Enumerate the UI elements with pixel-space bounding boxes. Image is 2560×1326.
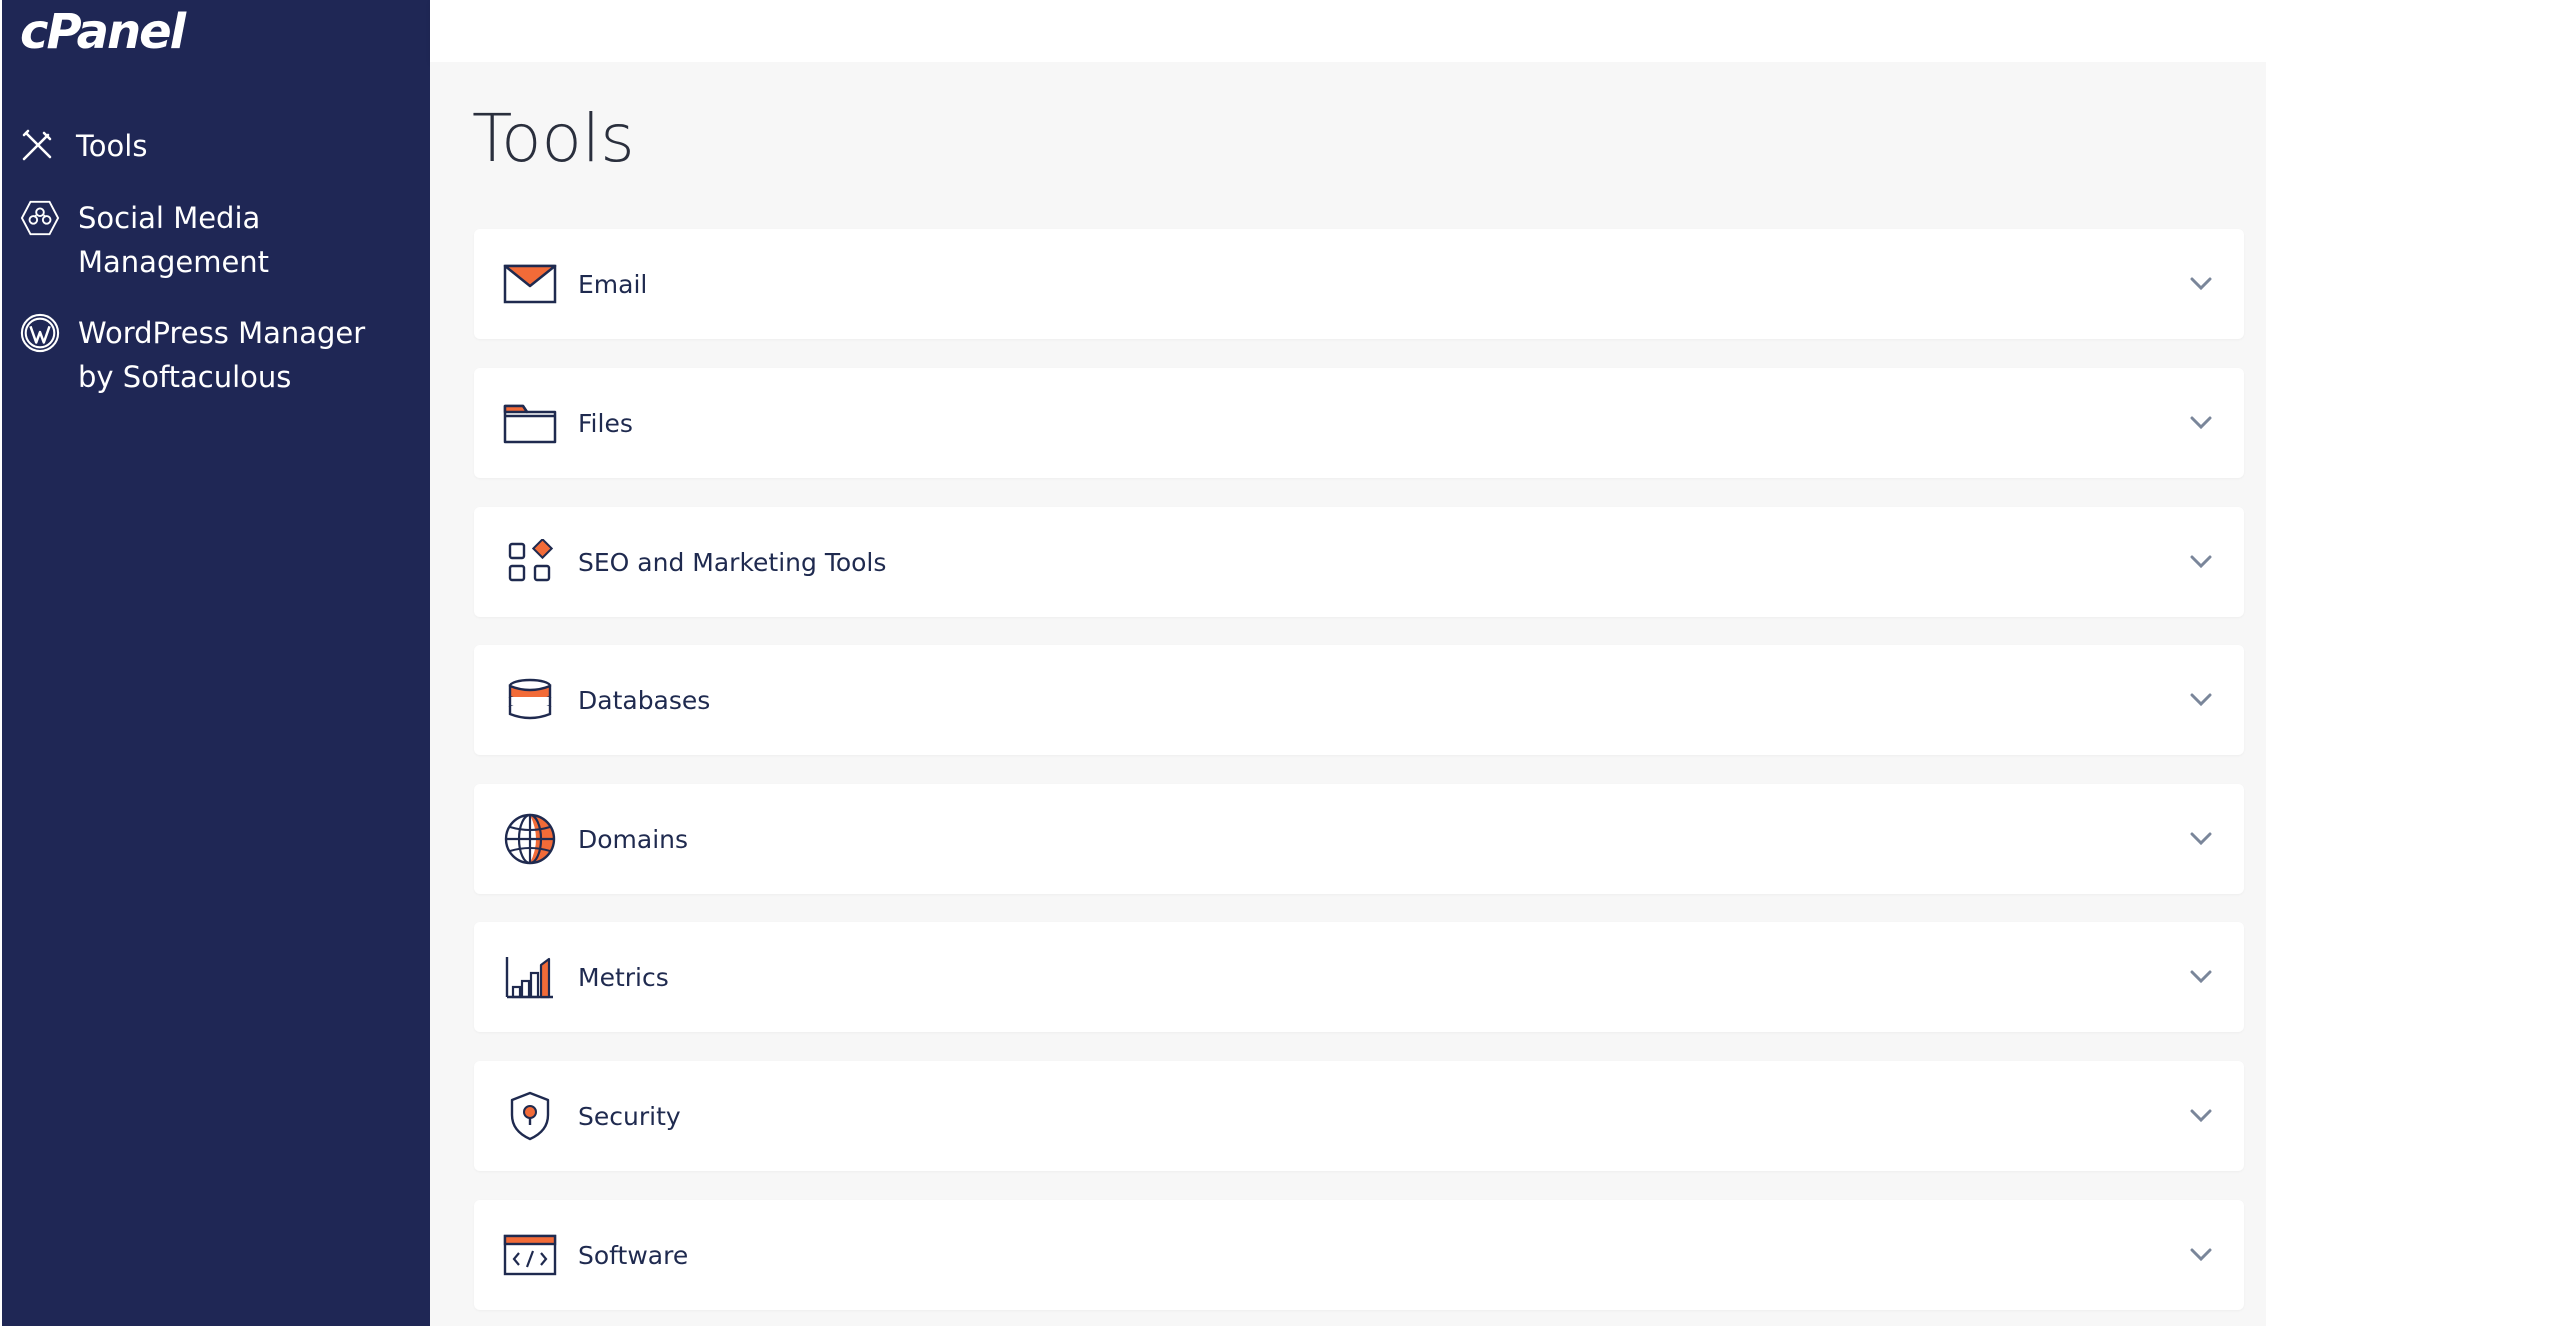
section-label: Metrics: [578, 962, 669, 992]
section-domains[interactable]: Domains: [474, 784, 2244, 894]
code-icon: [502, 1227, 558, 1283]
chevron-down-icon[interactable]: [2186, 824, 2216, 854]
section-files[interactable]: Files: [474, 368, 2244, 478]
top-bar: [430, 0, 2266, 62]
section-email[interactable]: Email: [474, 229, 2244, 339]
wordpress-icon: [20, 311, 60, 355]
sidebar-item-social-media[interactable]: Social Media Management: [20, 196, 320, 284]
section-label: Files: [578, 408, 633, 438]
database-icon: [502, 672, 558, 728]
folder-icon: [502, 395, 558, 451]
section-label: Databases: [578, 685, 711, 715]
main-content: Tools Email Files SEO and Marketing Tool…: [430, 62, 2266, 1326]
chevron-down-icon[interactable]: [2186, 1240, 2216, 1270]
chevron-down-icon[interactable]: [2186, 408, 2216, 438]
shield-icon: [502, 1088, 558, 1144]
chevron-down-icon[interactable]: [2186, 962, 2216, 992]
email-icon: [502, 256, 558, 312]
section-label: SEO and Marketing Tools: [578, 547, 887, 577]
section-security[interactable]: Security: [474, 1061, 2244, 1171]
section-databases[interactable]: Databases: [474, 645, 2244, 755]
chevron-down-icon[interactable]: [2186, 269, 2216, 299]
cpanel-logo[interactable]: cPanel: [20, 4, 186, 60]
sidebar-item-label: WordPress Manager by Softaculous: [78, 316, 366, 394]
sidebar-item-wordpress[interactable]: WordPress Manager by Softaculous: [20, 311, 420, 399]
sidebar-item-label: Tools: [76, 129, 148, 163]
section-metrics[interactable]: Metrics: [474, 922, 2244, 1032]
section-software[interactable]: Software: [474, 1200, 2244, 1310]
section-seo-marketing[interactable]: SEO and Marketing Tools: [474, 507, 2244, 617]
social-media-icon: [20, 196, 60, 240]
tools-icon: [20, 124, 58, 168]
section-label: Email: [578, 269, 648, 299]
chevron-down-icon[interactable]: [2186, 1101, 2216, 1131]
sidebar-item-label: Social Media Management: [78, 201, 270, 279]
section-label: Security: [578, 1101, 681, 1131]
right-blank-area: [2266, 0, 2560, 1326]
sidebar: cPanel Tools Social Media Management Wor…: [0, 0, 430, 1326]
sidebar-item-tools[interactable]: Tools: [20, 124, 147, 168]
section-label: Software: [578, 1240, 689, 1270]
section-label: Domains: [578, 824, 689, 854]
metrics-icon: [502, 949, 558, 1005]
globe-icon: [502, 811, 558, 867]
seo-icon: [502, 534, 558, 590]
chevron-down-icon[interactable]: [2186, 685, 2216, 715]
chevron-down-icon[interactable]: [2186, 547, 2216, 577]
page-title: Tools: [472, 100, 635, 177]
